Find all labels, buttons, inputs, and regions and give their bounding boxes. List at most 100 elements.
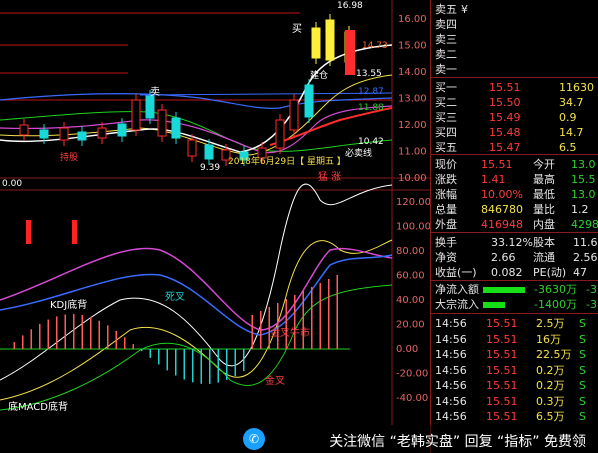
ask-row: 卖三 <box>431 32 598 47</box>
flow-bar <box>483 302 505 308</box>
dead-cross-label: 死叉 <box>165 291 185 303</box>
trade-time: 14:56 <box>435 394 467 408</box>
candle <box>345 30 355 75</box>
candle <box>97 127 107 139</box>
bid-price: 15.49 <box>489 111 521 124</box>
trade-price: 15.51 <box>486 363 518 377</box>
macd-bar <box>107 325 109 349</box>
macd-bar <box>132 344 134 349</box>
flow-extra: -3 <box>586 298 597 311</box>
macd-bar <box>336 275 338 349</box>
buy-marker: 买 <box>292 23 302 35</box>
bid-volume: 34.7 <box>559 96 584 109</box>
price-tick-label: 12.00 <box>398 120 427 131</box>
macd-bar <box>243 349 245 372</box>
candle <box>204 144 214 160</box>
macd-bar <box>30 329 32 349</box>
trade-volume: 6.5万 <box>536 410 565 423</box>
macd-bar <box>124 337 126 349</box>
trade-volume: 22.5万 <box>536 348 572 361</box>
ask-label: 卖二 <box>435 48 457 61</box>
trade-row: 14:56 15.51 0.2万 S <box>431 378 598 393</box>
flow-bar <box>483 287 525 293</box>
stat-label: 股本 <box>533 236 555 249</box>
stat-row: 净资 2.66 流通 2.56 <box>431 250 598 265</box>
candle <box>171 117 181 139</box>
bid-label: 买五 <box>435 141 457 154</box>
divider <box>431 313 598 314</box>
macd-bar <box>115 330 117 349</box>
candle <box>131 99 141 131</box>
macd-bar <box>39 323 41 349</box>
indicator-tick-label: 100.00 <box>396 222 430 233</box>
candle <box>289 99 299 131</box>
must-sell-line-label: 必卖线 <box>345 147 372 159</box>
candle <box>325 19 335 61</box>
ask-row: 卖一 <box>431 62 598 77</box>
trade-volume: 0.2万 <box>536 379 565 392</box>
macd-bar <box>311 287 313 349</box>
bid-label: 买一 <box>435 81 457 94</box>
trade-row: 14:56 15.51 0.2万 S <box>431 363 598 378</box>
bid-label: 买二 <box>435 96 457 109</box>
stat-label: PE(动) <box>533 266 567 279</box>
candle <box>187 139 197 157</box>
stat-label: 流通 <box>533 251 555 264</box>
bid-price: 15.50 <box>489 96 521 109</box>
stat-value: 2.66 <box>491 251 516 264</box>
candle <box>19 124 29 136</box>
tag-label: 建仓 <box>310 69 328 81</box>
macd-bar <box>328 279 330 349</box>
ask-row: 卖四 <box>431 17 598 32</box>
indicator-tick-label: 20.00 <box>396 320 425 331</box>
ma-blue-line <box>139 92 393 96</box>
macd-bar <box>73 314 75 349</box>
price-label: 12.87 <box>358 87 384 97</box>
trade-price: 15.51 <box>486 379 518 392</box>
macd-bar <box>285 299 287 349</box>
macd-bar <box>183 349 185 380</box>
bid-label: 买三 <box>435 111 457 124</box>
macd-bar <box>175 349 177 376</box>
bid-volume: 11630 <box>559 81 594 94</box>
macd-bar <box>200 349 202 384</box>
stat-value: 13.0 <box>571 188 596 201</box>
macd-bar <box>234 349 236 377</box>
stock-chart[interactable]: 16.00 15.00 14.00 13.00 12.00 11.00 10.00 120.… <box>0 0 430 453</box>
price-tick-label: 10.00 <box>398 173 427 184</box>
price-label: 14.73 <box>362 41 388 51</box>
stat-value: 1.2 <box>571 203 589 216</box>
stat-value: 2.56 <box>573 251 598 264</box>
ask-label: 卖一 <box>435 63 457 76</box>
macd-bar <box>81 314 83 349</box>
trade-row: 14:56 15.51 6.5万 S <box>431 409 598 424</box>
divider <box>431 232 598 233</box>
price-tick-label: 15.00 <box>398 41 427 52</box>
stat-label: 净资 <box>435 251 457 264</box>
macd-bar <box>217 349 219 383</box>
stat-label: 量比 <box>533 203 555 216</box>
trade-side: S <box>579 332 586 346</box>
stat-label: 最低 <box>533 188 555 201</box>
macd-bar <box>64 314 66 349</box>
macd-bar <box>226 349 228 380</box>
macd-bar <box>22 335 24 349</box>
bid-row: 买二 15.50 34.7 <box>431 95 598 110</box>
divider <box>431 154 598 155</box>
candle <box>77 131 87 141</box>
trade-time: 14:56 <box>435 379 467 392</box>
trade-price: 15.51 <box>486 317 518 330</box>
bid-row: 买一 15.51 11630 <box>431 80 598 95</box>
macd-bar <box>192 349 194 383</box>
trade-side: S <box>579 363 586 377</box>
bid-row: 买三 15.49 0.9 <box>431 110 598 125</box>
wechat-icon: ✆ <box>243 428 265 450</box>
divider <box>431 280 598 281</box>
indicator-tick-label: 120.00 <box>396 197 430 208</box>
stat-value: 13.0 <box>571 158 596 171</box>
stat-value: 33.12% <box>491 236 533 249</box>
trade-time: 14:56 <box>435 317 467 330</box>
trade-price: 15.51 <box>486 394 518 408</box>
signal-bar <box>26 220 31 244</box>
stat-value: 416948 <box>481 218 523 231</box>
